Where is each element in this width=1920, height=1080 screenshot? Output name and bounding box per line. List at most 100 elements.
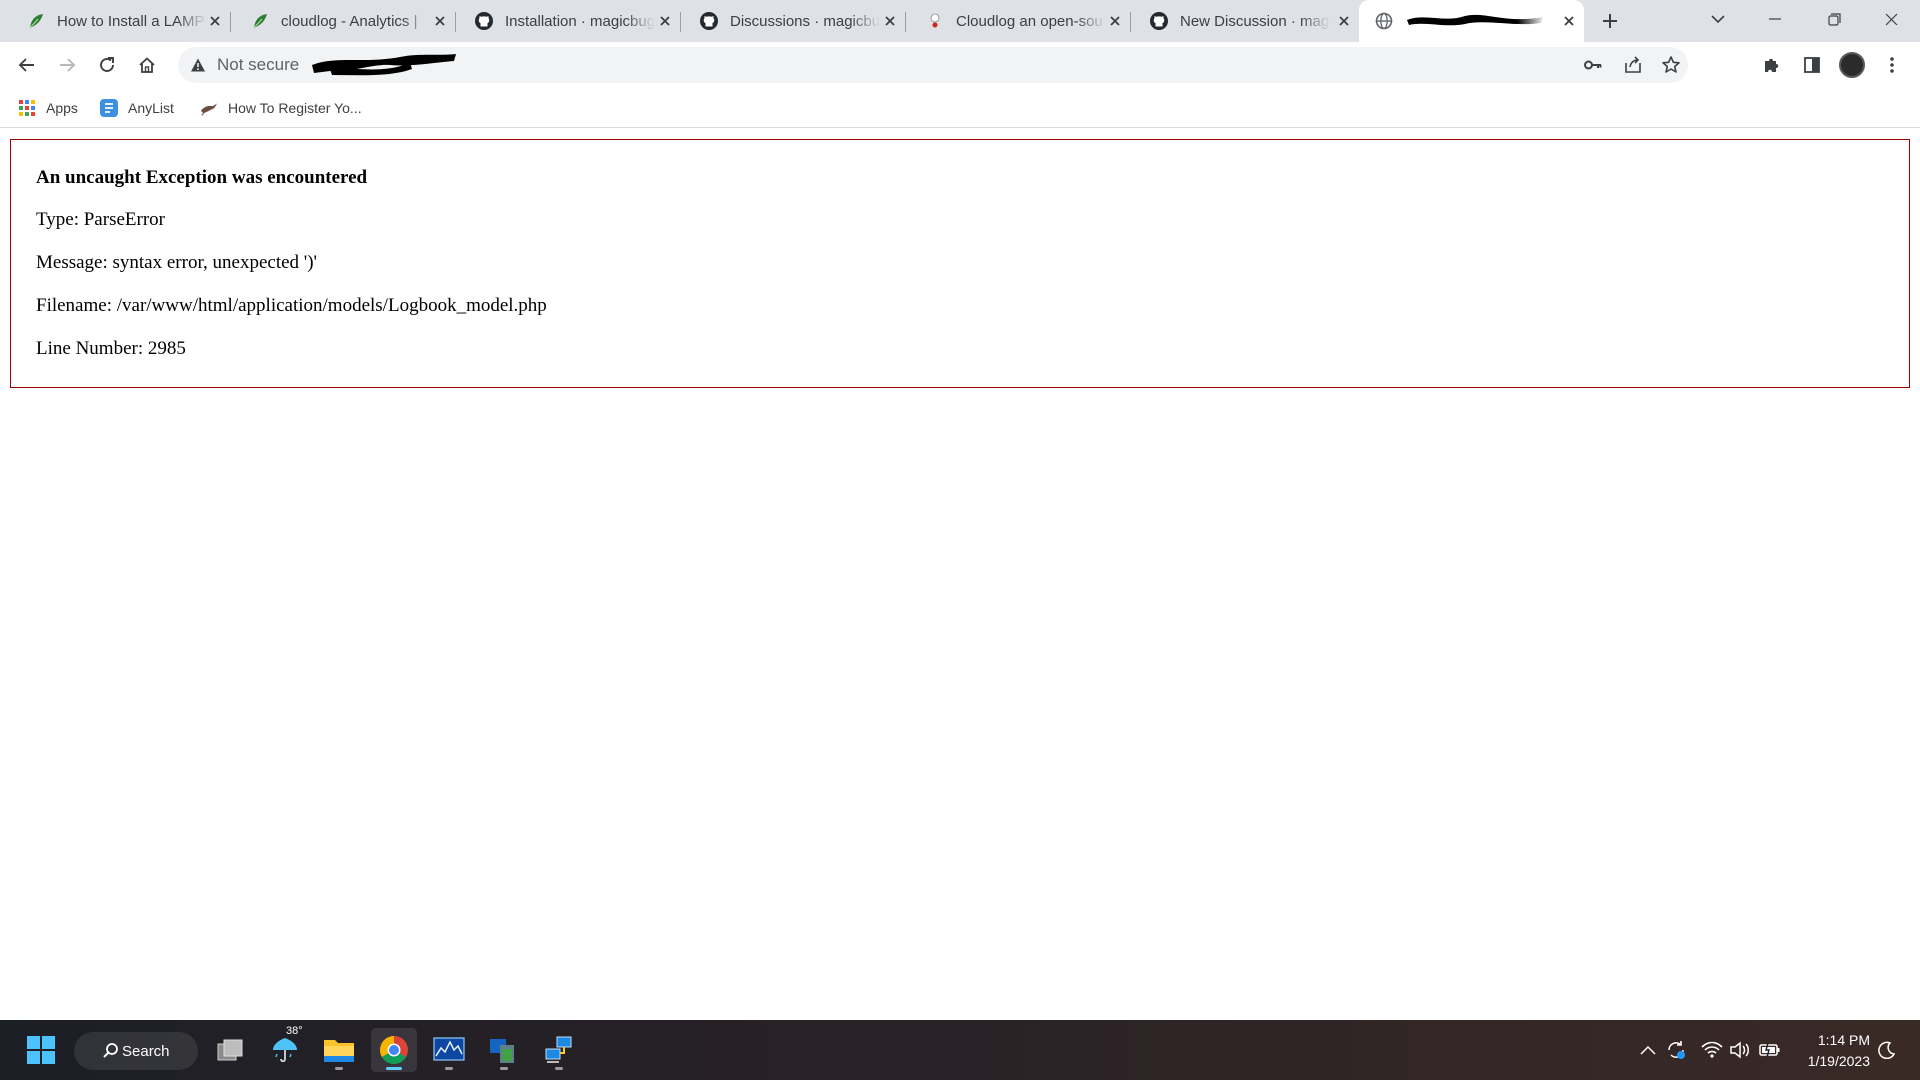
tab-close-icon[interactable] <box>881 12 899 30</box>
cloudlog-favicon-icon <box>925 11 945 31</box>
avatar <box>1839 52 1865 78</box>
home-icon <box>139 57 155 73</box>
folder-icon <box>324 1040 354 1062</box>
windows-logo-icon <box>27 1036 55 1064</box>
address-bar[interactable]: Not secure <box>178 47 1688 83</box>
tab-strip: How to Install a LAMP cloudlog - Analyti… <box>0 0 1920 42</box>
tab-6-active[interactable] <box>1359 0 1584 42</box>
close-window-button[interactable] <box>1863 0 1919 38</box>
plus-icon <box>1603 14 1617 28</box>
github-icon <box>474 11 494 31</box>
app-button-network[interactable] <box>536 1028 582 1072</box>
show-hidden-icons-button[interactable] <box>1636 1038 1660 1062</box>
password-key-button[interactable] <box>1578 50 1608 80</box>
file-explorer-button[interactable] <box>316 1028 362 1072</box>
tab-5[interactable]: New Discussion · mag <box>1130 0 1359 42</box>
tab-close-icon[interactable] <box>1335 12 1353 30</box>
side-panel-button[interactable] <box>1795 48 1829 82</box>
bookmark-star-button[interactable] <box>1656 50 1686 80</box>
bookmark-anylist[interactable]: AnyList <box>100 96 174 120</box>
clock-date: 1/19/2023 <box>1807 1053 1870 1069</box>
new-tab-button[interactable] <box>1596 9 1624 33</box>
taskbar-search-button[interactable]: Search <box>74 1032 198 1070</box>
chrome-button[interactable] <box>371 1028 417 1072</box>
bird-icon <box>200 99 218 117</box>
menu-button[interactable] <box>1875 48 1909 82</box>
key-icon <box>1584 60 1602 70</box>
bookmark-label: Apps <box>46 100 78 116</box>
running-indicator <box>445 1067 453 1070</box>
page-content: An uncaught Exception was encountered Ty… <box>0 128 1920 1020</box>
bookmark-apps[interactable]: Apps <box>18 96 78 120</box>
tab-close-icon[interactable] <box>206 12 224 30</box>
resource-monitor-button[interactable] <box>426 1028 472 1072</box>
taskbar: Search 38° 1:14 PM 1/19/2023 <box>0 1020 1920 1080</box>
tab-search-button[interactable] <box>1690 0 1746 38</box>
minimize-icon <box>1769 18 1781 20</box>
leaf-favicon-icon <box>26 11 46 31</box>
sync-tray-icon[interactable] <box>1664 1038 1688 1062</box>
minimize-button[interactable] <box>1747 0 1803 38</box>
tab-close-icon[interactable] <box>1560 12 1578 30</box>
close-icon <box>1885 13 1897 25</box>
leaf-favicon-icon <box>250 11 270 31</box>
moon-icon <box>1878 1041 1896 1059</box>
running-indicator <box>500 1067 508 1070</box>
task-view-icon <box>217 1039 243 1061</box>
tab-4[interactable]: Cloudlog an open-sou <box>905 0 1131 42</box>
restore-button[interactable] <box>1806 0 1862 38</box>
back-button[interactable] <box>10 48 44 82</box>
reload-button[interactable] <box>90 48 124 82</box>
star-icon <box>1662 56 1680 73</box>
apps-grid-icon <box>18 99 36 117</box>
tab-close-icon[interactable] <box>656 12 674 30</box>
tab-close-icon[interactable] <box>1106 12 1124 30</box>
error-filename: Filename: /var/www/html/application/mode… <box>36 295 547 316</box>
error-message: Message: syntax error, unexpected ')' <box>36 252 317 273</box>
notification-center-button[interactable] <box>1875 1038 1899 1062</box>
chrome-icon <box>380 1036 408 1064</box>
anylist-icon <box>100 99 118 117</box>
start-button[interactable] <box>18 1028 64 1072</box>
app-button-remote[interactable] <box>481 1028 527 1072</box>
bookmark-how-to-register[interactable]: How To Register Yo... <box>200 96 362 120</box>
battery-tray-icon[interactable] <box>1758 1038 1782 1062</box>
tab-title: cloudlog - Analytics | <box>281 12 418 30</box>
forward-button[interactable] <box>50 48 84 82</box>
tab-0[interactable]: How to Install a LAMP <box>0 0 231 42</box>
warning-icon[interactable] <box>188 55 208 75</box>
more-vertical-icon <box>1890 57 1894 73</box>
performance-monitor-icon <box>433 1037 465 1061</box>
network-computers-icon <box>545 1036 572 1063</box>
bookmarks-bar: Apps AnyList How To Register Yo... <box>0 88 1920 128</box>
clock-time: 1:14 PM <box>1817 1032 1870 1048</box>
redacted-url <box>312 54 456 76</box>
tab-title: New Discussion · mag <box>1180 12 1330 30</box>
tab-title-redacted <box>1405 9 1545 33</box>
extensions-button[interactable] <box>1755 48 1789 82</box>
bookmark-label: AnyList <box>128 100 174 116</box>
arrow-left-icon <box>18 58 34 72</box>
puzzle-piece-icon <box>1765 58 1779 72</box>
volume-tray-icon[interactable] <box>1728 1038 1752 1062</box>
running-indicator <box>386 1067 402 1070</box>
home-button[interactable] <box>130 48 164 82</box>
tab-3[interactable]: Discussions · magicbug <box>680 0 906 42</box>
running-indicator <box>335 1067 343 1070</box>
share-icon <box>1625 56 1641 73</box>
error-heading: An uncaught Exception was encountered <box>36 167 368 188</box>
share-button[interactable] <box>1618 50 1648 80</box>
battery-plugged-icon <box>1759 1042 1780 1058</box>
tab-title: How to Install a LAMP <box>57 12 205 30</box>
tab-title: Discussions · magicbug <box>730 12 880 30</box>
tab-1[interactable]: cloudlog - Analytics | <box>230 0 456 42</box>
task-view-button[interactable] <box>207 1028 253 1072</box>
tab-2[interactable]: Installation · magicbug <box>455 0 681 42</box>
wifi-tray-icon[interactable] <box>1700 1038 1724 1062</box>
clock[interactable]: 1:14 PM 1/19/2023 <box>1790 1030 1870 1072</box>
tab-close-icon[interactable] <box>431 12 449 30</box>
error-line-number: Line Number: 2985 <box>36 338 186 359</box>
profile-button[interactable] <box>1835 48 1869 82</box>
speaker-icon <box>1730 1041 1749 1059</box>
github-icon <box>1149 11 1169 31</box>
